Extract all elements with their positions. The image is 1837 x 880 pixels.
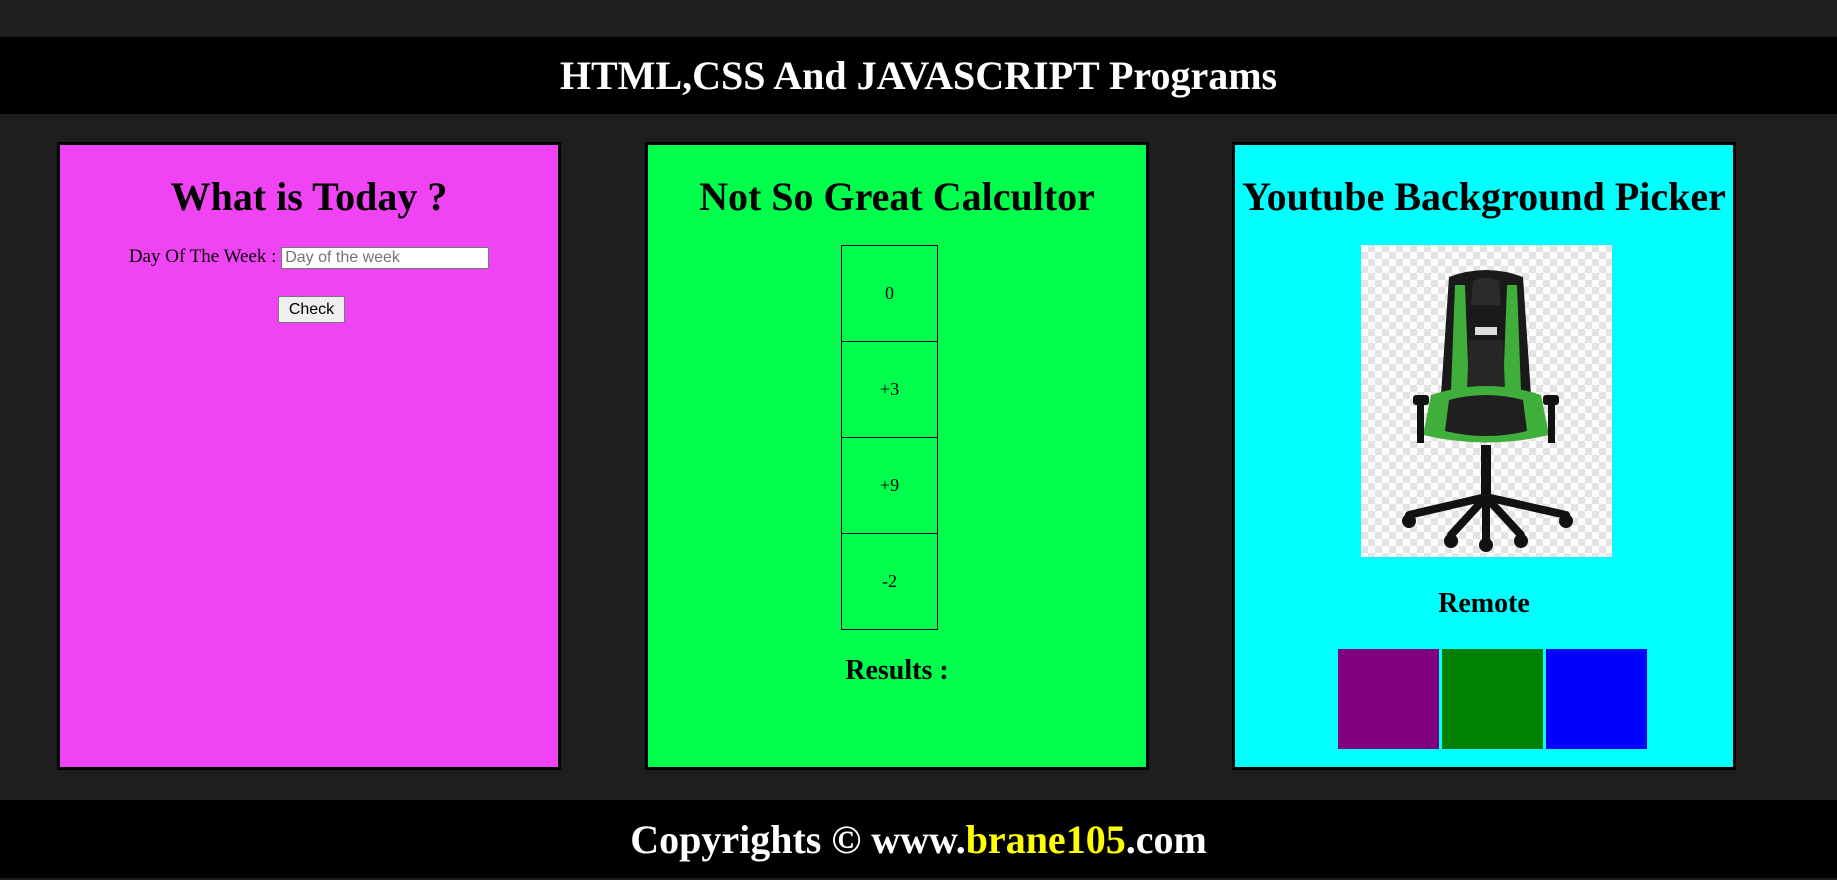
- calc-button-minus-2[interactable]: -2: [841, 533, 938, 630]
- page-header: HTML,CSS And JAVASCRIPT Programs: [0, 37, 1837, 114]
- swatch-purple[interactable]: [1338, 649, 1439, 749]
- calculator-buttons: 0 +3 +9 -2: [841, 245, 938, 630]
- what-is-today-card: What is Today ? Day Of The Week : Check: [57, 142, 561, 770]
- youtube-background-card: Youtube Background Picker Remote: [1232, 142, 1736, 770]
- youtube-card-title: Youtube Background Picker: [1242, 174, 1726, 219]
- swatch-blue[interactable]: [1546, 649, 1647, 749]
- day-of-week-row: Day Of The Week :: [60, 246, 558, 269]
- calculator-card: Not So Great Calcultor 0 +3 +9 -2 Result…: [645, 142, 1149, 770]
- page-footer: Copyrights © www. brane105 .com: [0, 800, 1837, 878]
- today-card-title: What is Today ?: [170, 174, 448, 219]
- remote-label: Remote: [1438, 588, 1530, 619]
- page-title: HTML,CSS And JAVASCRIPT Programs: [559, 53, 1278, 98]
- copyright-prefix: Copyrights © www.: [630, 816, 966, 862]
- calc-button-plus-9[interactable]: +9: [841, 437, 938, 534]
- gaming-chair-image: [1361, 245, 1612, 557]
- swatch-green[interactable]: [1442, 649, 1543, 749]
- check-button[interactable]: Check: [278, 296, 345, 323]
- calc-button-zero[interactable]: 0: [841, 245, 938, 342]
- copyright-suffix: .com: [1125, 816, 1207, 862]
- color-swatches: [1338, 649, 1647, 749]
- day-of-week-input[interactable]: [281, 246, 490, 269]
- copyright-brand[interactable]: brane105: [966, 816, 1126, 863]
- day-of-week-label: Day Of The Week :: [128, 246, 277, 267]
- results-label: Results :: [845, 655, 949, 686]
- calc-button-plus-3[interactable]: +3: [841, 341, 938, 438]
- gaming-chair-icon: [1402, 270, 1573, 552]
- calculator-card-title: Not So Great Calcultor: [699, 174, 1095, 219]
